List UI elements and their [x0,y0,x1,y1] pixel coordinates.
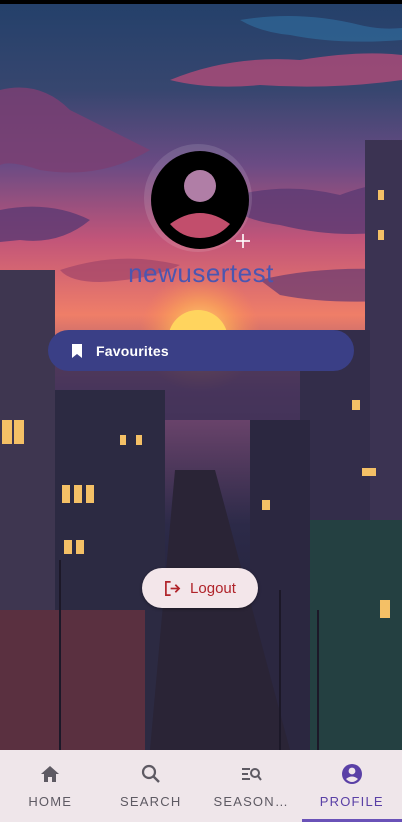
season-search-icon [242,768,263,781]
add-photo-icon[interactable] [234,232,252,250]
nav-label-search: SEARCH [120,794,182,809]
username-label: newusertest [128,258,274,288]
logout-button[interactable]: Logout [142,568,258,608]
logout-icon [165,580,181,596]
favourites-label: Favourites [96,342,169,359]
profile-avatar-container[interactable] [144,144,252,252]
nav-item-search[interactable]: SEARCH [101,750,202,822]
nav-item-season[interactable]: SEASON… [201,750,302,822]
nav-item-profile[interactable]: PROFILE [301,750,402,822]
search-icon [141,764,160,783]
nav-item-home[interactable]: HOME [0,750,101,822]
nav-label-season: SEASON… [213,794,290,809]
home-icon [41,766,60,782]
status-bar [0,0,402,4]
nav-label-profile: PROFILE [319,794,384,809]
bookmark-icon [72,343,82,358]
background-illustration [0,0,402,750]
nav-label-home: HOME [28,794,73,809]
favourites-button[interactable]: Favourites [48,330,354,371]
logout-label: Logout [190,579,236,597]
bottom-navigation: HOME SEARCH SEASON… PROFILE [0,750,402,822]
account-circle-icon [341,764,362,784]
